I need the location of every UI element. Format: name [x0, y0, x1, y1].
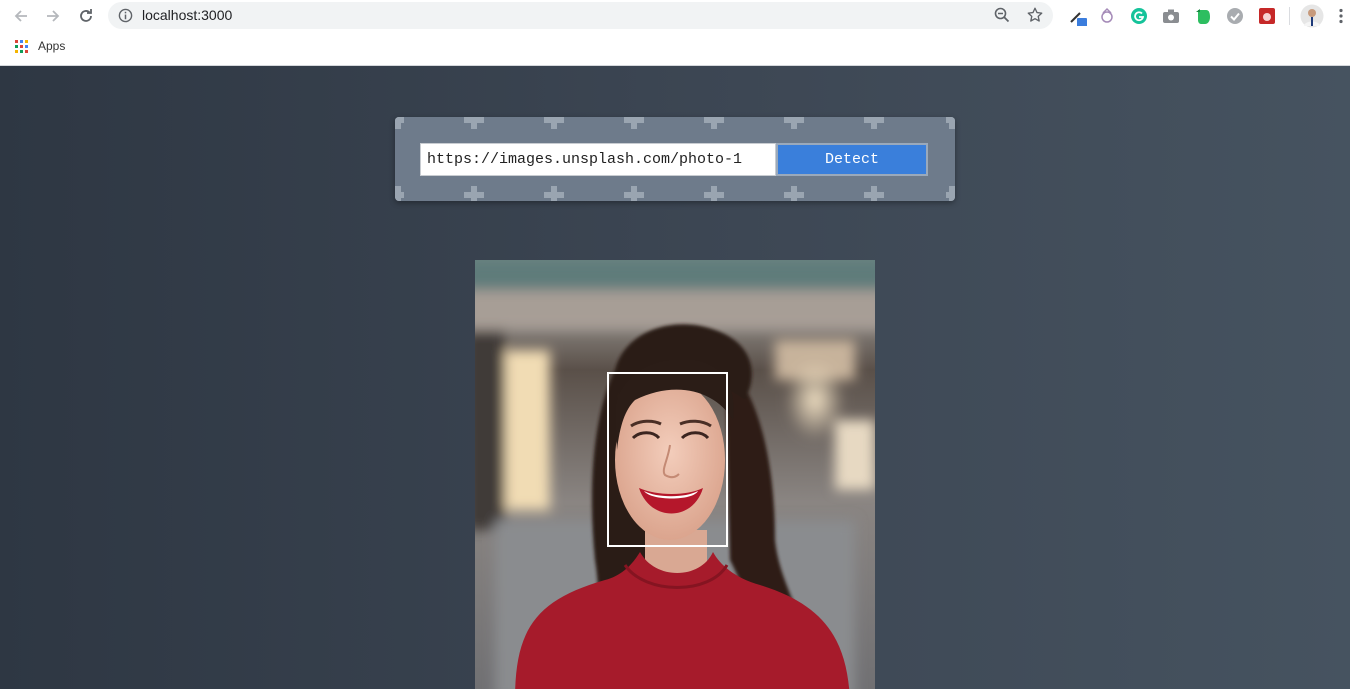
- eyedropper-extension-icon[interactable]: [1067, 6, 1087, 26]
- reload-button[interactable]: [74, 4, 98, 28]
- bookmarks-bar: Apps: [0, 32, 1350, 66]
- apps-bookmark-label[interactable]: Apps: [38, 39, 65, 53]
- info-icon[interactable]: [118, 8, 133, 23]
- evernote-extension-icon[interactable]: [1193, 6, 1213, 26]
- forward-button[interactable]: [41, 4, 65, 28]
- grammarly-extension-icon[interactable]: [1129, 6, 1149, 26]
- address-bar[interactable]: localhost:3000: [108, 2, 1053, 29]
- arrow-left-icon: [14, 10, 27, 22]
- camera-extension-icon[interactable]: [1161, 6, 1181, 26]
- browser-toolbar: localhost:3000: [0, 0, 1350, 32]
- profile-avatar[interactable]: [1300, 4, 1324, 28]
- image-url-form: Detect: [395, 117, 955, 201]
- red-extension-icon[interactable]: [1257, 6, 1277, 26]
- app-page: Detect: [0, 66, 1350, 689]
- zoom-out-icon[interactable]: [994, 7, 1010, 23]
- back-button[interactable]: [9, 4, 33, 28]
- detect-button[interactable]: Detect: [776, 143, 928, 176]
- star-icon[interactable]: [1026, 6, 1044, 24]
- arrow-right-icon: [47, 10, 60, 22]
- face-detection-box: [607, 372, 728, 547]
- image-url-input[interactable]: [420, 143, 776, 176]
- kebab-menu-icon: [1339, 8, 1343, 24]
- check-extension-icon[interactable]: [1225, 6, 1245, 26]
- uploaded-photo: [475, 260, 875, 689]
- reload-icon: [80, 9, 92, 22]
- spy-extension-icon[interactable]: [1097, 6, 1117, 26]
- address-url[interactable]: localhost:3000: [142, 7, 232, 24]
- toolbar-divider: [1289, 7, 1290, 25]
- browser-menu-button[interactable]: [1333, 4, 1349, 28]
- apps-grid-icon[interactable]: [15, 40, 28, 53]
